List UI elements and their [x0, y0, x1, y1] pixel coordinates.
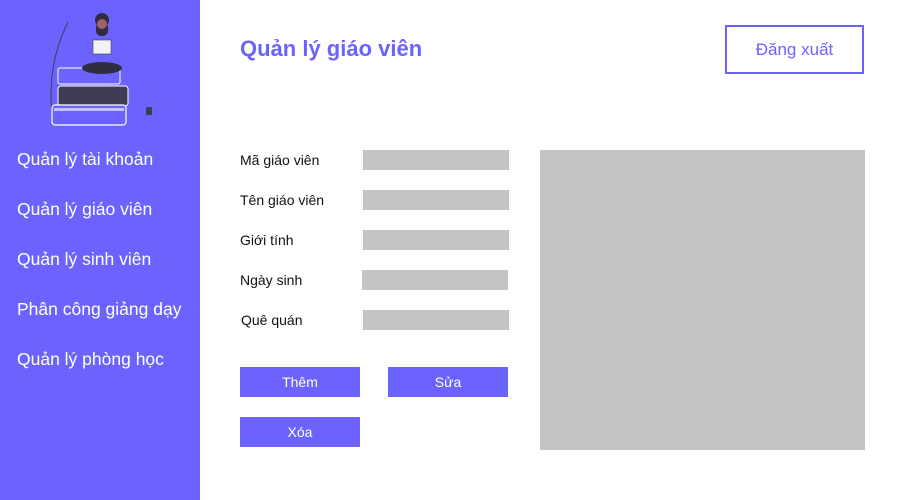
teacher-id-label: Mã giáo viên — [240, 152, 320, 168]
sidebar-nav: Quản lý tài khoản Quản lý giáo viên Quản… — [17, 147, 181, 397]
hometown-input[interactable] — [363, 310, 509, 330]
teacher-id-input[interactable] — [363, 150, 509, 170]
sidebar: Quản lý tài khoản Quản lý giáo viên Quản… — [0, 0, 200, 500]
teacher-name-input[interactable] — [363, 190, 509, 210]
gender-input[interactable] — [363, 230, 509, 250]
edit-button[interactable]: Sửa — [388, 367, 508, 397]
sidebar-item-teaching-assignment[interactable]: Phân công giảng dạy — [17, 297, 181, 321]
hometown-label: Quê quán — [241, 312, 303, 328]
sidebar-item-room-management[interactable]: Quản lý phòng học — [17, 347, 181, 371]
sidebar-item-student-management[interactable]: Quản lý sinh viên — [17, 247, 181, 271]
birth-date-input[interactable] — [362, 270, 508, 290]
teacher-table-placeholder[interactable] — [540, 150, 865, 450]
sidebar-item-teacher-management[interactable]: Quản lý giáo viên — [17, 197, 181, 221]
add-button[interactable]: Thêm — [240, 367, 360, 397]
sidebar-item-account-management[interactable]: Quản lý tài khoản — [17, 147, 181, 171]
logout-button[interactable]: Đăng xuất — [725, 25, 864, 74]
page-title: Quản lý giáo viên — [240, 36, 423, 61]
birth-date-label: Ngày sinh — [240, 272, 303, 288]
teacher-name-label: Tên giáo viên — [240, 192, 325, 208]
gender-label: Giới tính — [240, 232, 294, 248]
delete-button[interactable]: Xóa — [240, 417, 360, 447]
woman-reading-on-books-illustration — [50, 13, 152, 126]
